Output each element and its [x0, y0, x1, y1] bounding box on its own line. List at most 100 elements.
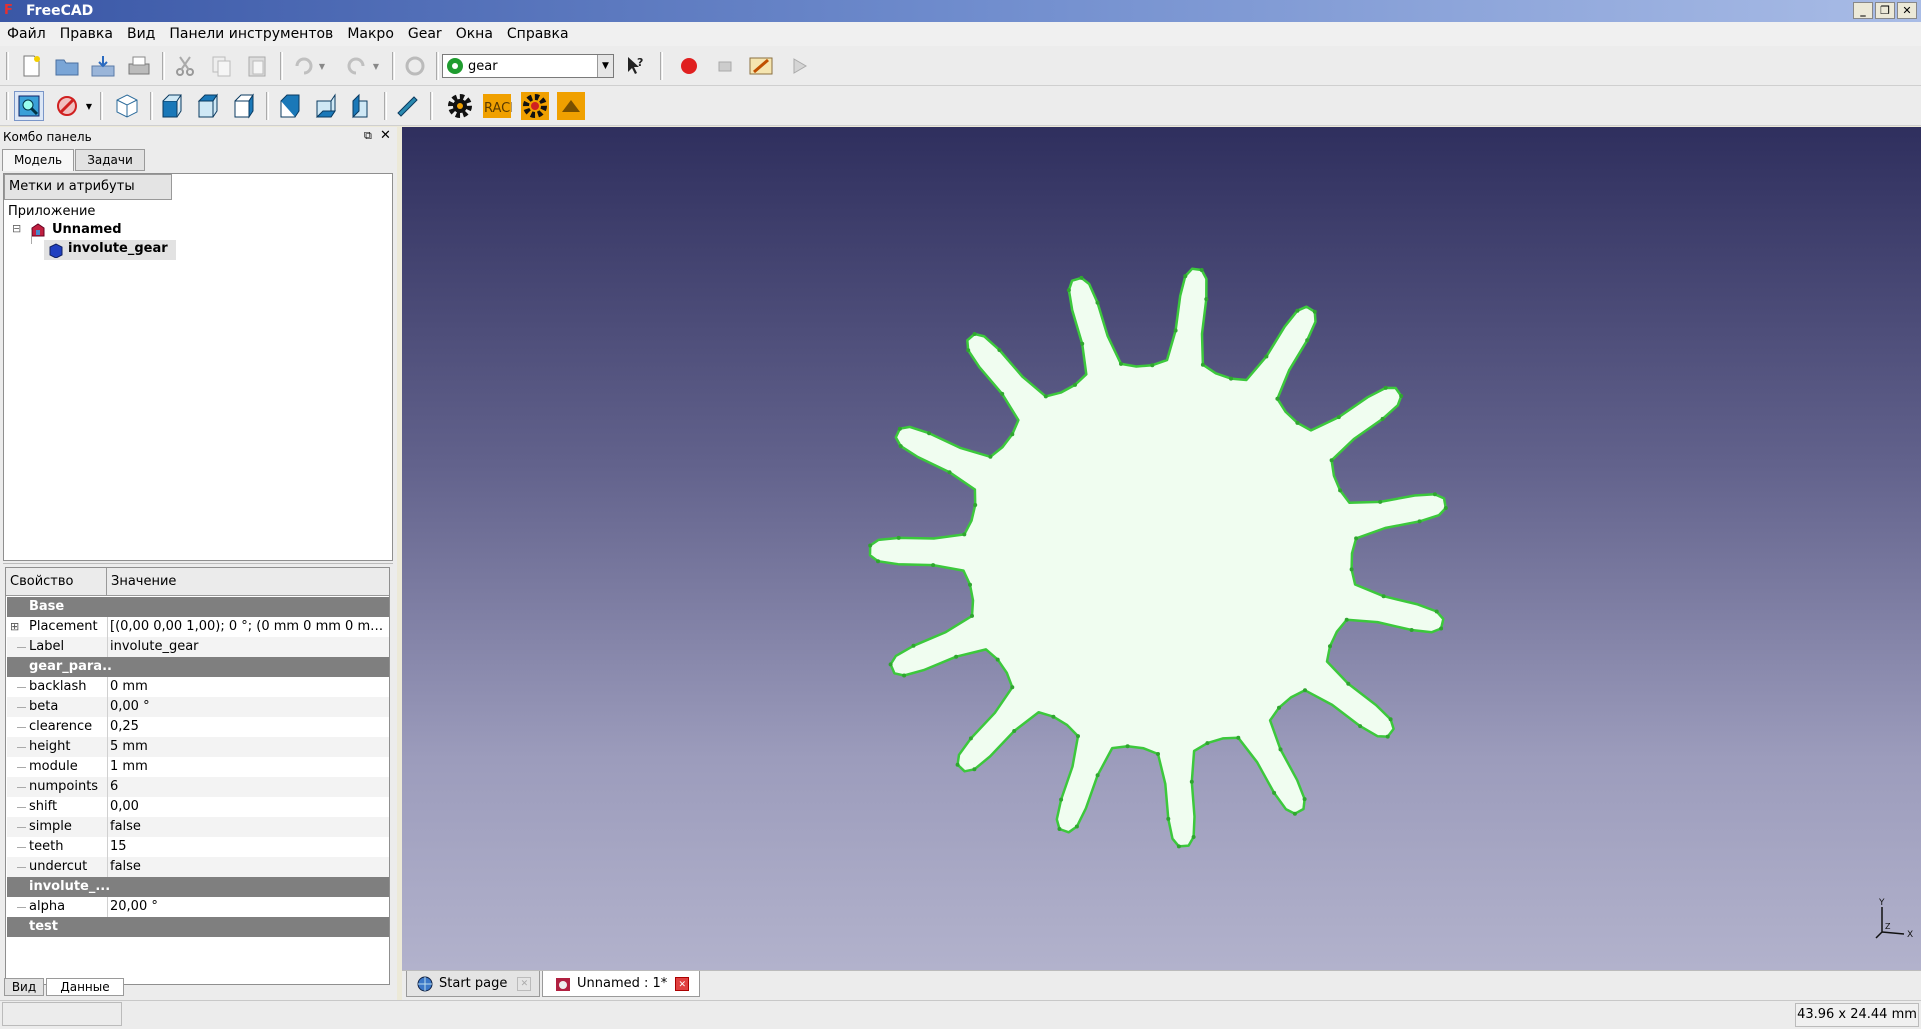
view-isometric-button[interactable]: [112, 91, 142, 121]
property-value[interactable]: 0 mm: [110, 677, 387, 697]
property-value[interactable]: 20,00 °: [110, 897, 387, 917]
undo-button[interactable]: [288, 51, 318, 81]
whats-this-button[interactable]: ?: [620, 51, 650, 81]
property-value[interactable]: 0,00: [110, 797, 387, 817]
tab-view[interactable]: Вид: [4, 978, 44, 996]
paste-button[interactable]: [242, 51, 272, 81]
redo-button[interactable]: [342, 51, 372, 81]
menu-view[interactable]: Вид: [120, 22, 162, 46]
3d-viewport[interactable]: Y X Z: [402, 127, 1921, 970]
splitter[interactable]: [3, 563, 393, 566]
tree-branch-line: [17, 847, 26, 848]
redo-dropdown[interactable]: ▼: [369, 51, 383, 81]
property-value[interactable]: involute_gear: [110, 637, 387, 657]
tab-model[interactable]: Модель: [2, 149, 74, 171]
property-value[interactable]: 15: [110, 837, 387, 857]
property-row[interactable]: numpoints 6: [7, 777, 389, 797]
menu-edit[interactable]: Правка: [53, 22, 120, 46]
edit-macro-button[interactable]: [746, 51, 776, 81]
expand-property-icon[interactable]: ⊞: [10, 617, 19, 637]
save-button[interactable]: [88, 51, 118, 81]
property-value[interactable]: 1 mm: [110, 757, 387, 777]
value-column-header[interactable]: Значение: [111, 574, 176, 589]
restore-button[interactable]: ❐: [1875, 2, 1895, 19]
property-column-header[interactable]: Свойство: [10, 574, 73, 589]
close-tab-icon[interactable]: ✕: [675, 976, 690, 991]
tree-collapse-icon[interactable]: ⊟: [12, 222, 21, 235]
property-group[interactable]: test: [7, 917, 389, 937]
print-button[interactable]: [124, 51, 154, 81]
draw-style-button[interactable]: [52, 91, 82, 121]
column-divider: [107, 797, 108, 817]
tree-item-selected[interactable]: involute_gear: [44, 240, 176, 260]
property-value[interactable]: 6: [110, 777, 387, 797]
property-row[interactable]: shift 0,00: [7, 797, 389, 817]
property-row[interactable]: Label involute_gear: [7, 637, 389, 657]
close-tab-icon[interactable]: ✕: [517, 976, 532, 991]
fit-all-button[interactable]: [14, 91, 44, 121]
create-cycloid-gear-button[interactable]: [520, 91, 550, 121]
view-rear-button[interactable]: [274, 91, 304, 121]
refresh-button[interactable]: [400, 51, 430, 81]
property-value[interactable]: false: [110, 817, 387, 837]
view-top-button[interactable]: [192, 91, 222, 121]
tab-tasks[interactable]: Задачи: [75, 149, 145, 171]
gear-body[interactable]: [868, 267, 1448, 848]
create-involute-gear-button[interactable]: [445, 91, 475, 121]
new-document-button[interactable]: [16, 51, 46, 81]
tab-start-page[interactable]: Start page ✕: [406, 971, 540, 997]
menu-file[interactable]: Файл: [0, 22, 53, 46]
property-value[interactable]: [(0,00 0,00 1,00); 0 °; (0 mm 0 mm 0 mm)…: [110, 617, 387, 637]
property-row[interactable]: height 5 mm: [7, 737, 389, 757]
cut-button[interactable]: [170, 51, 200, 81]
gear-model[interactable]: [402, 127, 1921, 970]
menu-macro[interactable]: Макро: [340, 22, 401, 46]
property-name: backlash: [29, 679, 87, 694]
property-value[interactable]: 0,25: [110, 717, 387, 737]
property-row[interactable]: beta 0,00 °: [7, 697, 389, 717]
property-row[interactable]: module 1 mm: [7, 757, 389, 777]
property-group[interactable]: involute_...: [7, 877, 389, 897]
property-value[interactable]: 0,00 °: [110, 697, 387, 717]
tab-unnamed-document[interactable]: Unnamed : 1* ✕: [542, 971, 700, 997]
property-group[interactable]: Base: [7, 597, 389, 617]
close-panel-icon[interactable]: ✕: [380, 128, 391, 143]
workbench-selector[interactable]: gear ▼: [442, 54, 614, 78]
measure-distance-button[interactable]: [392, 91, 422, 121]
toolbar-separator: [6, 92, 9, 120]
menu-windows[interactable]: Окна: [449, 22, 500, 46]
property-row[interactable]: alpha 20,00 °: [7, 897, 389, 917]
minimize-button[interactable]: _: [1853, 2, 1873, 19]
view-bottom-button[interactable]: [310, 91, 340, 121]
draw-style-dropdown[interactable]: ▼: [82, 91, 96, 121]
property-row[interactable]: simple false: [7, 817, 389, 837]
menu-help[interactable]: Справка: [500, 22, 576, 46]
view-front-button[interactable]: [156, 91, 186, 121]
property-value[interactable]: 5 mm: [110, 737, 387, 757]
property-row[interactable]: undercut false: [7, 857, 389, 877]
tab-data[interactable]: Данные: [46, 978, 124, 996]
tree-root-label[interactable]: Приложение: [8, 204, 95, 219]
create-bevel-gear-button[interactable]: [556, 91, 586, 121]
property-row[interactable]: Placement ⊞ [(0,00 0,00 1,00); 0 °; (0 mm …: [7, 617, 389, 637]
stop-macro-button[interactable]: [710, 51, 740, 81]
record-macro-button[interactable]: [674, 51, 704, 81]
view-right-button[interactable]: [228, 91, 258, 121]
create-rack-button[interactable]: RACK: [482, 91, 512, 121]
copy-button[interactable]: [206, 51, 236, 81]
property-row[interactable]: teeth 15: [7, 837, 389, 857]
open-button[interactable]: [52, 51, 82, 81]
float-panel-icon[interactable]: ⧉: [364, 129, 372, 143]
property-value[interactable]: false: [110, 857, 387, 877]
view-left-button[interactable]: [346, 91, 376, 121]
close-window-button[interactable]: ✕: [1897, 2, 1917, 19]
menu-toolbars[interactable]: Панели инструментов: [162, 22, 340, 46]
tree-header[interactable]: Метки и атрибуты: [4, 174, 172, 200]
menu-gear[interactable]: Gear: [401, 22, 449, 46]
tree-document-label[interactable]: Unnamed: [52, 222, 122, 237]
property-group[interactable]: gear_para..: [7, 657, 389, 677]
undo-dropdown[interactable]: ▼: [315, 51, 329, 81]
run-macro-button[interactable]: [784, 51, 814, 81]
property-row[interactable]: clearence 0,25: [7, 717, 389, 737]
property-row[interactable]: backlash 0 mm: [7, 677, 389, 697]
